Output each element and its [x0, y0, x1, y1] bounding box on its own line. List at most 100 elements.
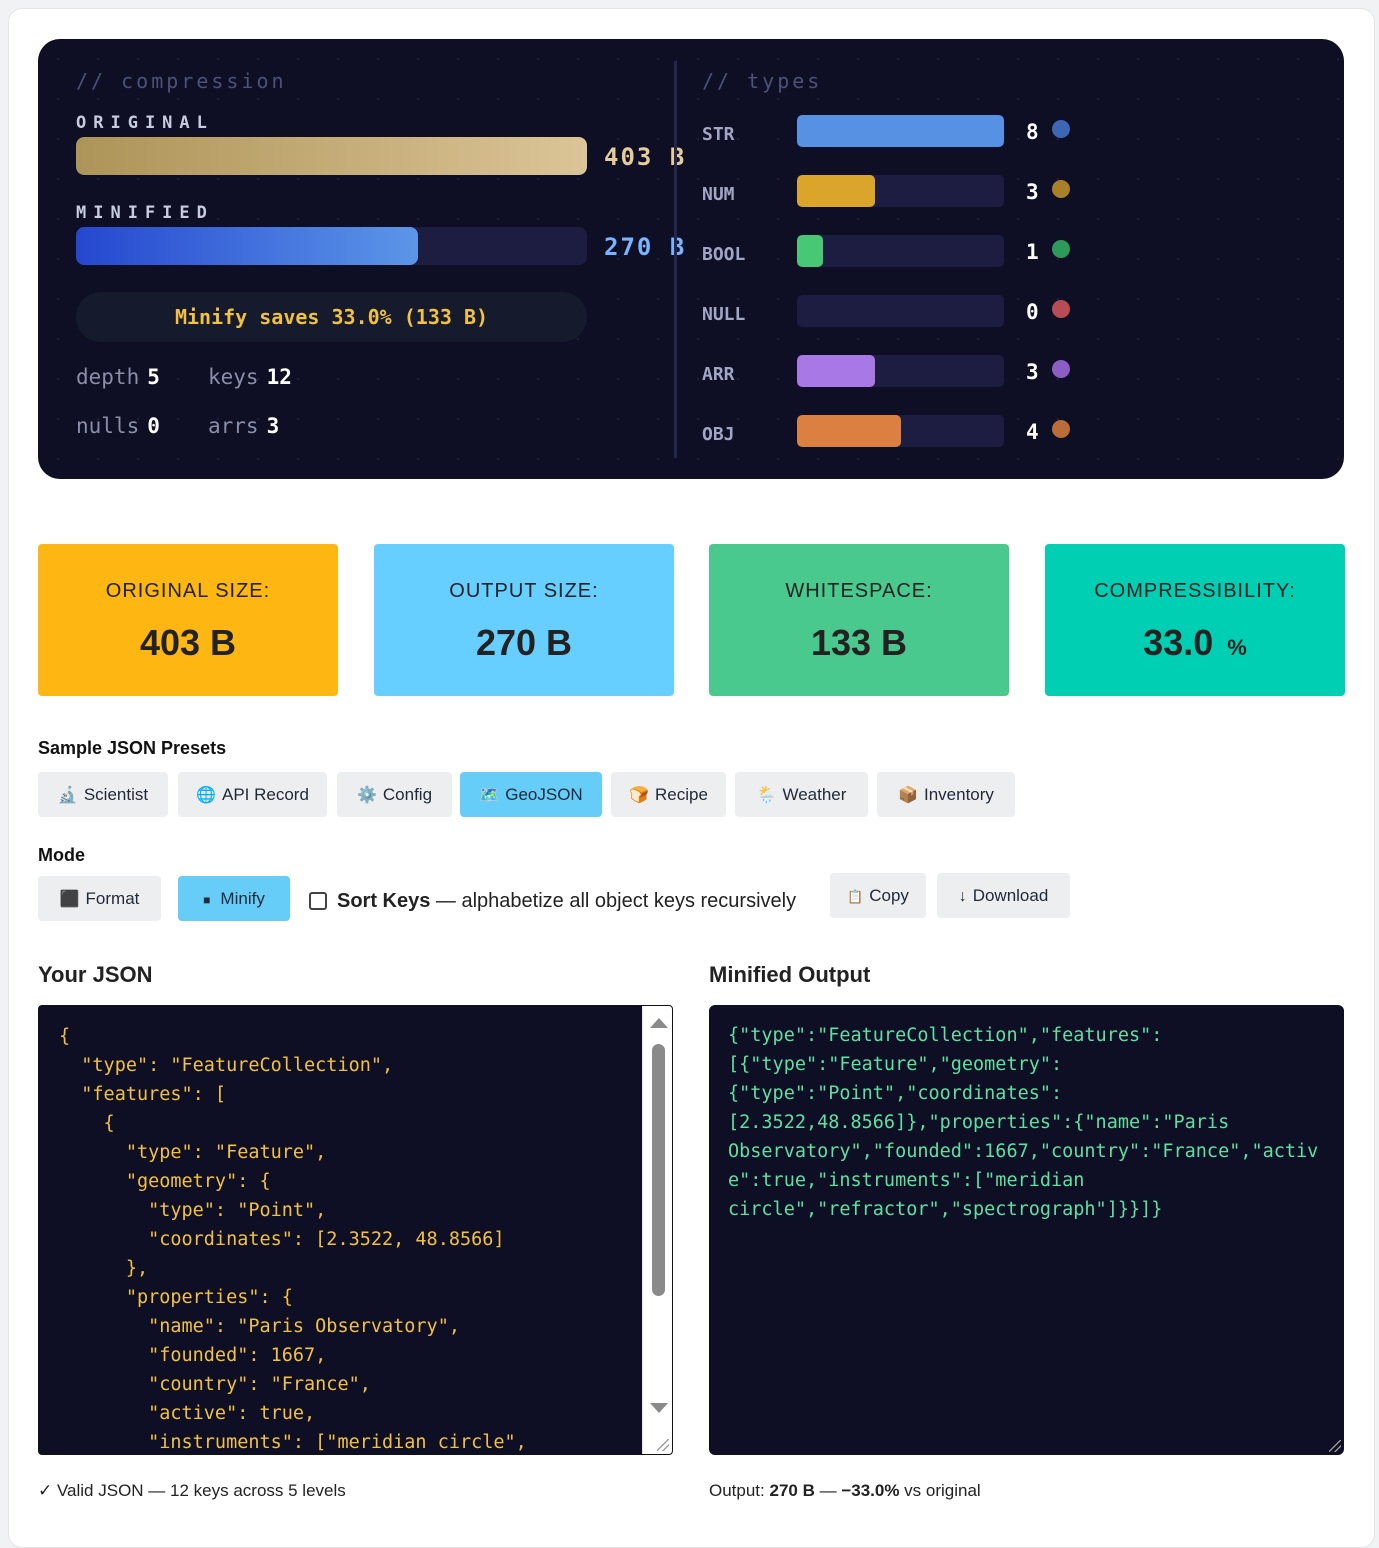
format-icon: ⬛	[59, 891, 80, 908]
preset-api-record[interactable]: 🌐 API Record	[178, 772, 327, 817]
type-label-null: NULL	[702, 304, 746, 325]
resize-grip-icon[interactable]	[1329, 1440, 1341, 1452]
input-code-line: "geometry": {	[59, 1171, 271, 1192]
compression-comment: // compression	[76, 69, 287, 93]
input-scrollbar[interactable]	[642, 1006, 672, 1454]
type-bar-track-arr	[797, 355, 1004, 387]
sort-keys-checkbox[interactable]	[309, 892, 327, 910]
arrs-stat: arrs 3	[208, 414, 279, 438]
input-code-line: "type": "Feature",	[59, 1142, 327, 1163]
output-code-line: {"type":"Point","coordinates":	[728, 1083, 1063, 1104]
box-icon: 📦	[898, 787, 918, 804]
map-icon: 🗺️	[479, 787, 500, 804]
type-bar-fill-arr	[797, 355, 875, 387]
original-bar-track	[76, 137, 587, 175]
minify-button[interactable]: ■ Minify	[178, 876, 290, 921]
card-value: 270 B	[374, 622, 674, 664]
preset-scientist[interactable]: 🔬 Scientist	[38, 772, 168, 817]
type-label-bool: BOOL	[702, 244, 746, 265]
input-code-line: "active": true,	[59, 1403, 316, 1424]
microscope-icon: 🔬	[57, 787, 78, 804]
compressibility-card: COMPRESSIBILITY: 33.0%	[1045, 544, 1345, 696]
scroll-up-arrow-icon[interactable]	[650, 1018, 668, 1028]
type-label-obj: OBJ	[702, 424, 735, 445]
copy-button[interactable]: 📋 Copy	[830, 873, 926, 918]
copy-icon: 📋	[847, 889, 864, 904]
preset-label: GeoJSON	[505, 785, 583, 804]
input-title: Your JSON	[38, 962, 153, 987]
input-code-line: "founded": 1667,	[59, 1345, 327, 1366]
preset-recipe[interactable]: 🍞 Recipe	[611, 772, 726, 817]
type-label-str: STR	[702, 124, 735, 145]
preset-config[interactable]: ⚙️ Config	[337, 772, 452, 817]
original-bar-fill	[76, 137, 587, 175]
card-number: 133 B	[810, 622, 908, 663]
savings-pill: Minify saves 33.0% (133 B)	[76, 292, 587, 342]
input-code-line: "properties": {	[59, 1287, 293, 1308]
type-count-num: 3	[1026, 180, 1039, 204]
format-label: Format	[85, 889, 140, 908]
whitespace-card: WHITESPACE: 133 B	[709, 544, 1009, 696]
sort-keys-title: Sort Keys	[337, 890, 431, 912]
output-size-card: OUTPUT SIZE: 270 B	[374, 544, 674, 696]
depth-stat: depth 5	[76, 365, 160, 389]
card-label: OUTPUT SIZE:	[449, 580, 599, 602]
json-input-textarea[interactable]: { "type": "FeatureCollection", "features…	[38, 1005, 673, 1455]
presets-title: Sample JSON Presets	[38, 738, 227, 758]
keys-label: keys	[208, 365, 259, 389]
input-code-line: "type": "Point",	[59, 1200, 327, 1221]
type-dot-null	[1052, 300, 1070, 318]
minified-bar-fill	[76, 227, 419, 265]
input-code-line: {	[59, 1113, 115, 1134]
gear-icon: ⚙️	[356, 787, 377, 804]
globe-icon: 🌐	[196, 787, 216, 804]
card-label: WHITESPACE:	[785, 580, 933, 602]
nulls-label: nulls	[76, 414, 140, 438]
minify-label: Minify	[220, 889, 265, 908]
output-code-line: e":true,"instruments":["meridian	[728, 1170, 1085, 1191]
type-count-null: 0	[1026, 300, 1039, 324]
sort-keys-description: — alphabetize all object keys recursivel…	[430, 890, 797, 912]
output-code-line: circle","refractor","spectrograph"]}}]}	[728, 1199, 1163, 1220]
preset-inventory[interactable]: 📦 Inventory	[877, 772, 1015, 817]
mode-title: Mode	[38, 845, 85, 865]
card-label: ORIGINAL SIZE:	[105, 580, 271, 602]
card-value: 133 B	[709, 622, 1009, 664]
preset-weather[interactable]: 🌦️ Weather	[735, 772, 868, 817]
keys-stat: keys 12	[208, 365, 292, 389]
depth-value: 5	[147, 365, 160, 389]
type-bar-track-obj	[797, 415, 1004, 447]
preset-label: Scientist	[83, 785, 149, 804]
resize-grip-icon[interactable]	[657, 1439, 669, 1451]
type-bar-track-bool	[797, 235, 1004, 267]
output-status: Output: 270 B — −33.0% vs original	[709, 1481, 981, 1501]
type-count-bool: 1	[1026, 240, 1039, 264]
scroll-down-arrow-icon[interactable]	[650, 1403, 668, 1413]
minify-icon: ■	[203, 893, 211, 907]
card-number: 403 B	[139, 622, 237, 663]
input-code-line: "instruments": ["meridian circle",	[59, 1432, 527, 1453]
type-dot-obj	[1052, 420, 1070, 438]
type-count-str: 8	[1026, 120, 1039, 144]
type-dot-str	[1052, 120, 1070, 138]
arrs-value: 3	[266, 414, 280, 438]
scroll-thumb[interactable]	[652, 1044, 665, 1296]
input-code-line: {	[59, 1026, 71, 1047]
bread-icon: 🍞	[629, 787, 649, 804]
card-label: COMPRESSIBILITY:	[1094, 580, 1296, 602]
card-value: 33.0%	[1045, 622, 1345, 664]
minified-output-textarea[interactable]: {"type":"FeatureCollection","features": […	[709, 1005, 1344, 1455]
sort-keys-label[interactable]: Sort Keys — alphabetize all object keys …	[337, 890, 796, 913]
output-code-line: [2.3522,48.8566]},"properties":{"name":"…	[728, 1112, 1230, 1133]
download-button[interactable]: ↓ Download	[937, 873, 1070, 918]
nulls-stat: nulls 0	[76, 414, 160, 438]
output-code-line: {"type":"FeatureCollection","features":	[728, 1025, 1163, 1046]
preset-label: Recipe	[655, 785, 708, 804]
output-status-pct: −33.0%	[841, 1481, 900, 1500]
format-button[interactable]: ⬛ Format	[38, 876, 161, 921]
depth-label: depth	[76, 365, 140, 389]
type-count-obj: 4	[1026, 420, 1039, 444]
preset-geojson[interactable]: 🗺️ GeoJSON	[460, 772, 602, 817]
output-status-suffix: vs original	[899, 1481, 981, 1500]
type-count-arr: 3	[1026, 360, 1039, 384]
